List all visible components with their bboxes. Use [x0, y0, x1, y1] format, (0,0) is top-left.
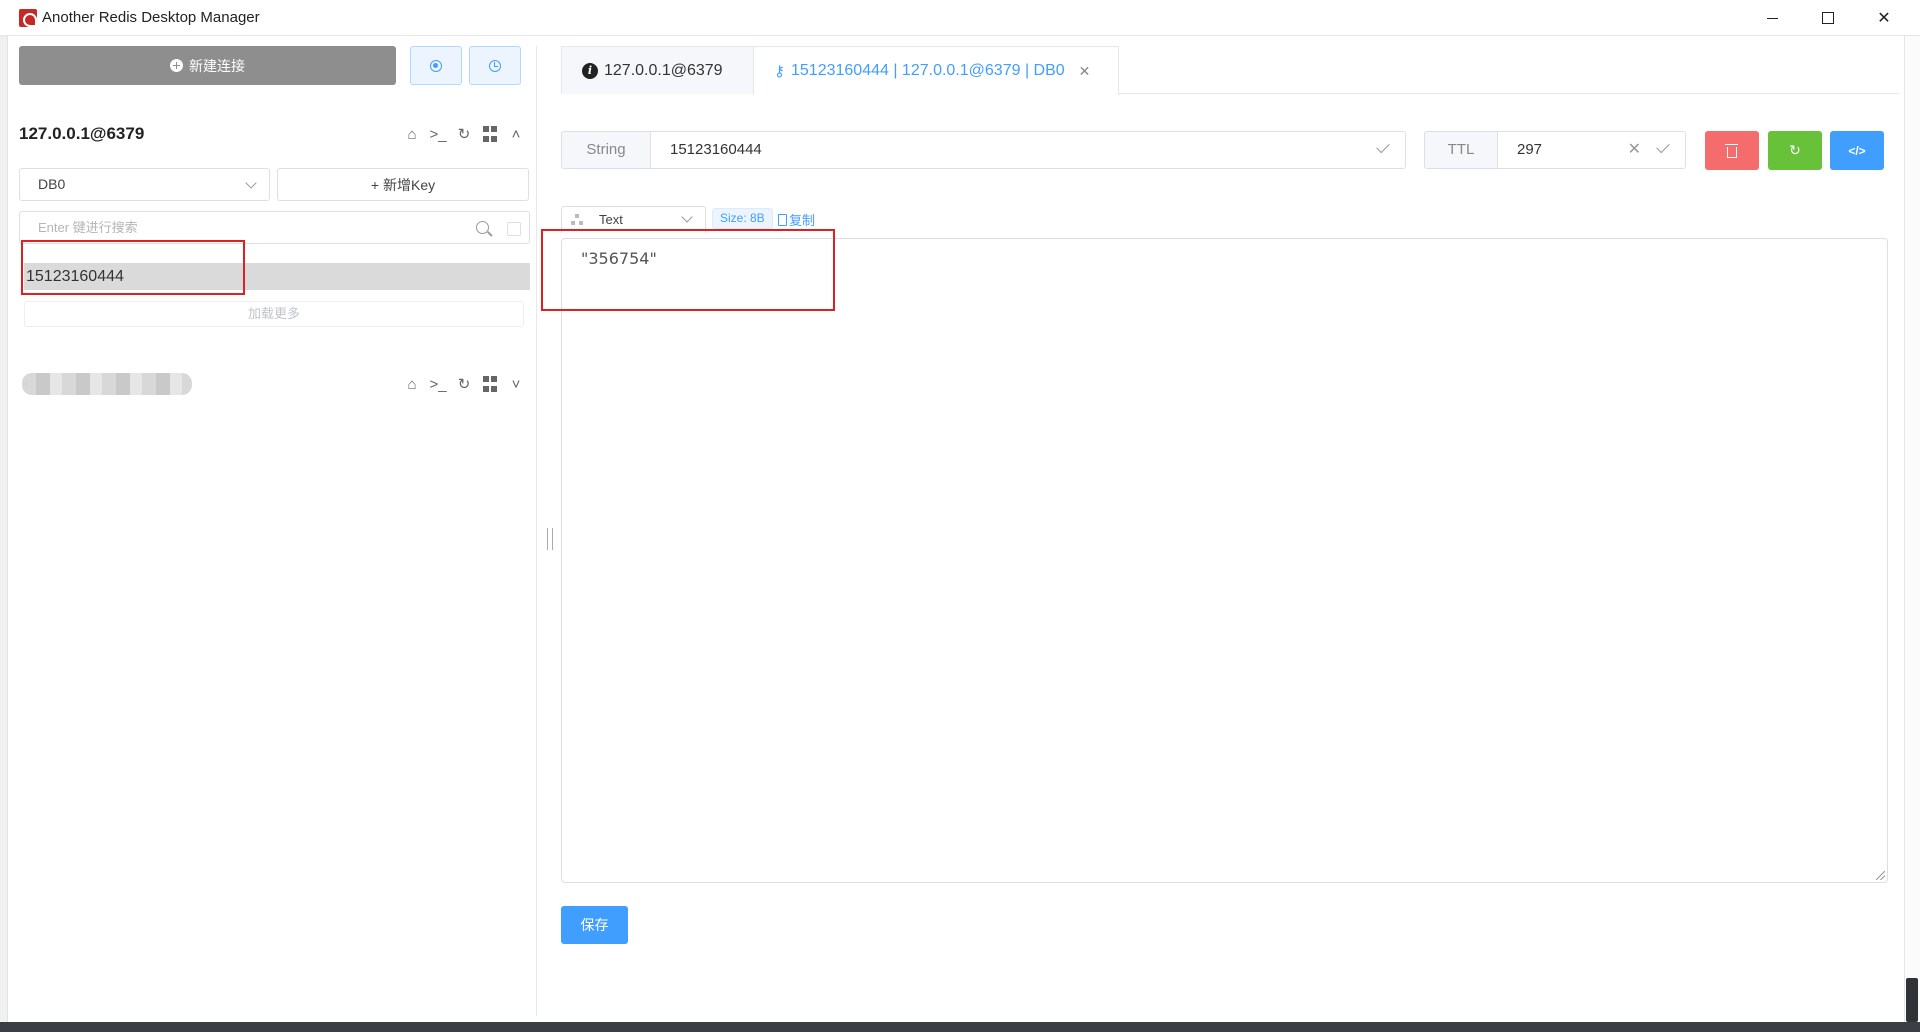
save-button[interactable]: 保存	[561, 906, 628, 944]
format-select[interactable]: Text	[561, 206, 706, 233]
grid-icon[interactable]	[481, 375, 499, 393]
close-icon[interactable]: ✕	[1079, 63, 1091, 80]
key-name-input[interactable]: 15123160444	[650, 131, 1406, 169]
delete-key-button[interactable]	[1705, 131, 1759, 170]
value-text: "356754"	[581, 249, 657, 268]
window-left-frame	[0, 36, 8, 1026]
refresh-icon[interactable]: ↻	[455, 125, 473, 143]
confirm-check-icon[interactable]	[1376, 139, 1390, 154]
confirm-ttl-check-icon[interactable]	[1656, 139, 1670, 154]
ttl-input[interactable]: 297 ✕	[1497, 131, 1686, 169]
chevron-down-icon	[681, 211, 693, 223]
refresh-icon[interactable]: ↻	[455, 375, 473, 393]
minimize-button[interactable]	[1744, 0, 1800, 36]
home-icon[interactable]: ⌂	[403, 125, 421, 143]
target-icon	[430, 59, 442, 72]
key-list-item[interactable]: 15123160444	[24, 263, 530, 290]
key-type-label: String	[561, 131, 651, 169]
plus-icon: +	[370, 176, 380, 193]
taskbar-strip	[0, 1022, 1920, 1032]
connection-toolbar: ⌂ >_ ↻ ˄	[403, 123, 525, 145]
exact-search-checkbox[interactable]	[507, 222, 521, 236]
trash-icon	[1725, 143, 1738, 158]
close-window-button[interactable]: ✕	[1856, 0, 1912, 36]
clear-ttl-icon[interactable]: ✕	[1628, 132, 1641, 168]
new-connection-label: 新建连接	[189, 57, 245, 74]
search-placeholder: Enter 键进行搜索	[38, 220, 138, 235]
info-icon: i	[582, 62, 598, 79]
connection-toolbar-2: ⌂ >_ ↻ ˅	[403, 373, 525, 395]
command-log-button[interactable]	[469, 46, 521, 85]
ttl-value: 297	[1517, 141, 1543, 158]
terminal-icon[interactable]: >_	[429, 375, 447, 393]
chevron-down-icon	[245, 177, 257, 189]
tree-icon	[571, 214, 583, 225]
window-right-frame	[1904, 36, 1920, 1026]
search-icon[interactable]	[476, 221, 489, 234]
window-title: Another Redis Desktop Manager	[42, 9, 260, 26]
copy-label: 复制	[789, 213, 816, 228]
plus-circle-icon	[170, 59, 183, 72]
key-icon: ⚷	[774, 63, 785, 80]
size-badge: Size: 8B	[712, 208, 773, 229]
maximize-button[interactable]	[1800, 0, 1856, 36]
chevron-up-icon[interactable]: ˄	[507, 125, 525, 143]
chevron-down-icon[interactable]: ˅	[507, 375, 525, 393]
terminal-icon[interactable]: >_	[429, 125, 447, 143]
connection-name[interactable]: 127.0.0.1@6379	[19, 124, 144, 144]
tab-connection-info[interactable]: i 127.0.0.1@6379	[561, 46, 754, 94]
sidebar-resize-handle[interactable]	[547, 528, 553, 550]
document-icon	[778, 213, 787, 226]
tab-label: 127.0.0.1@6379	[604, 61, 723, 79]
new-connection-button[interactable]: 新建连接	[19, 46, 396, 85]
load-more-button[interactable]: 加载更多	[24, 301, 524, 327]
settings-button[interactable]	[410, 46, 462, 85]
add-key-label: 新增Key	[383, 176, 436, 193]
db-select[interactable]: DB0	[19, 168, 270, 201]
grid-icon[interactable]	[481, 125, 499, 143]
code-icon: </>	[1848, 143, 1866, 158]
format-select-value: Text	[599, 212, 623, 227]
ttl-label: TTL	[1424, 131, 1498, 169]
db-select-value: DB0	[38, 176, 66, 192]
copy-button[interactable]: 复制	[778, 210, 815, 229]
refresh-icon: ↻	[1789, 142, 1801, 158]
key-search-input[interactable]: Enter 键进行搜索	[19, 211, 530, 244]
title-bar: Another Redis Desktop Manager ✕	[0, 0, 1920, 36]
tab-bar: i 127.0.0.1@6379 ⚷ 15123160444 | 127.0.0…	[561, 46, 1899, 95]
value-textarea[interactable]: "356754"	[561, 238, 1888, 883]
home-icon[interactable]: ⌂	[403, 375, 421, 393]
refresh-key-button[interactable]: ↻	[1768, 131, 1822, 170]
tab-key-detail[interactable]: ⚷ 15123160444 | 127.0.0.1@6379 | DB0 ✕	[753, 46, 1119, 95]
resize-grip-icon[interactable]	[1876, 871, 1885, 880]
tab-label: 15123160444 | 127.0.0.1@6379 | DB0	[791, 62, 1065, 79]
dump-command-button[interactable]: </>	[1830, 131, 1884, 170]
redis-app-icon	[19, 9, 37, 27]
blurred-connection-name[interactable]	[22, 373, 192, 395]
add-key-button[interactable]: + 新增Key	[277, 168, 529, 201]
scrollbar-thumb[interactable]	[1906, 978, 1918, 1022]
key-name-value: 15123160444	[670, 141, 762, 158]
sidebar-divider	[536, 46, 537, 1016]
clock-icon	[489, 59, 501, 72]
